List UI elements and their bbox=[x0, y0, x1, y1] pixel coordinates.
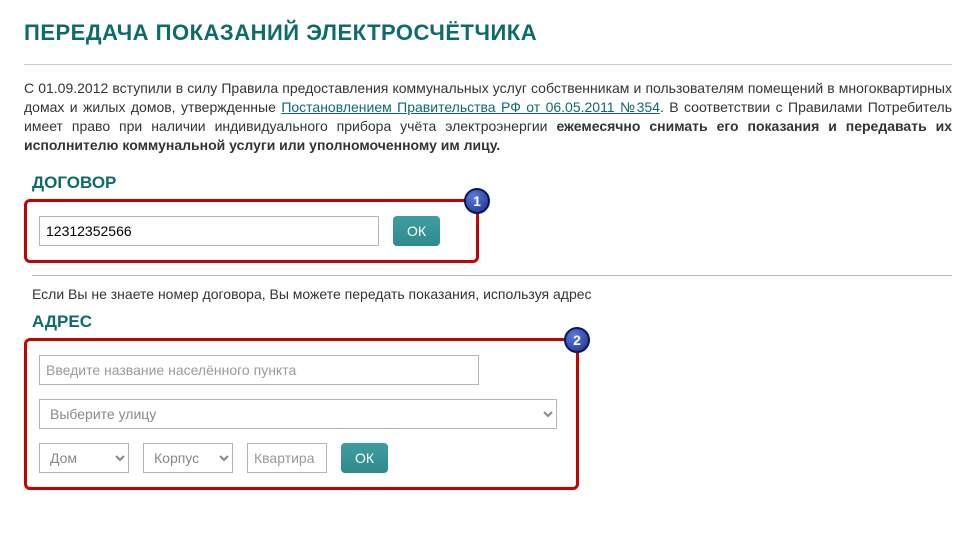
street-select[interactable]: Выберите улицу bbox=[39, 399, 557, 429]
title-divider bbox=[24, 64, 952, 65]
contract-heading: ДОГОВОР bbox=[32, 173, 952, 193]
badge-one: 1 bbox=[464, 188, 490, 214]
page-title: ПЕРЕДАЧА ПОКАЗАНИЙ ЭЛЕКТРОСЧЁТЧИКА bbox=[24, 20, 952, 46]
contract-group: 1 ОК bbox=[24, 199, 479, 263]
address-heading: АДРЕС bbox=[32, 312, 952, 332]
decree-link[interactable]: Постановлением Правительства РФ от 06.05… bbox=[281, 99, 660, 115]
no-contract-hint: Если Вы не знаете номер договора, Вы мож… bbox=[32, 286, 952, 302]
address-group: 2 Выберите улицу Дом Корпус ОК bbox=[24, 338, 579, 490]
house-select[interactable]: Дом bbox=[39, 443, 129, 473]
apartment-input[interactable] bbox=[247, 443, 327, 473]
section-divider bbox=[32, 275, 952, 276]
intro-paragraph: С 01.09.2012 вступили в силу Правила пре… bbox=[24, 79, 952, 155]
contract-ok-button[interactable]: ОК bbox=[393, 216, 440, 246]
contract-number-input[interactable] bbox=[39, 216, 379, 246]
badge-two: 2 bbox=[564, 327, 590, 353]
address-ok-button[interactable]: ОК bbox=[341, 443, 388, 473]
building-select[interactable]: Корпус bbox=[143, 443, 233, 473]
locality-input[interactable] bbox=[39, 355, 479, 385]
